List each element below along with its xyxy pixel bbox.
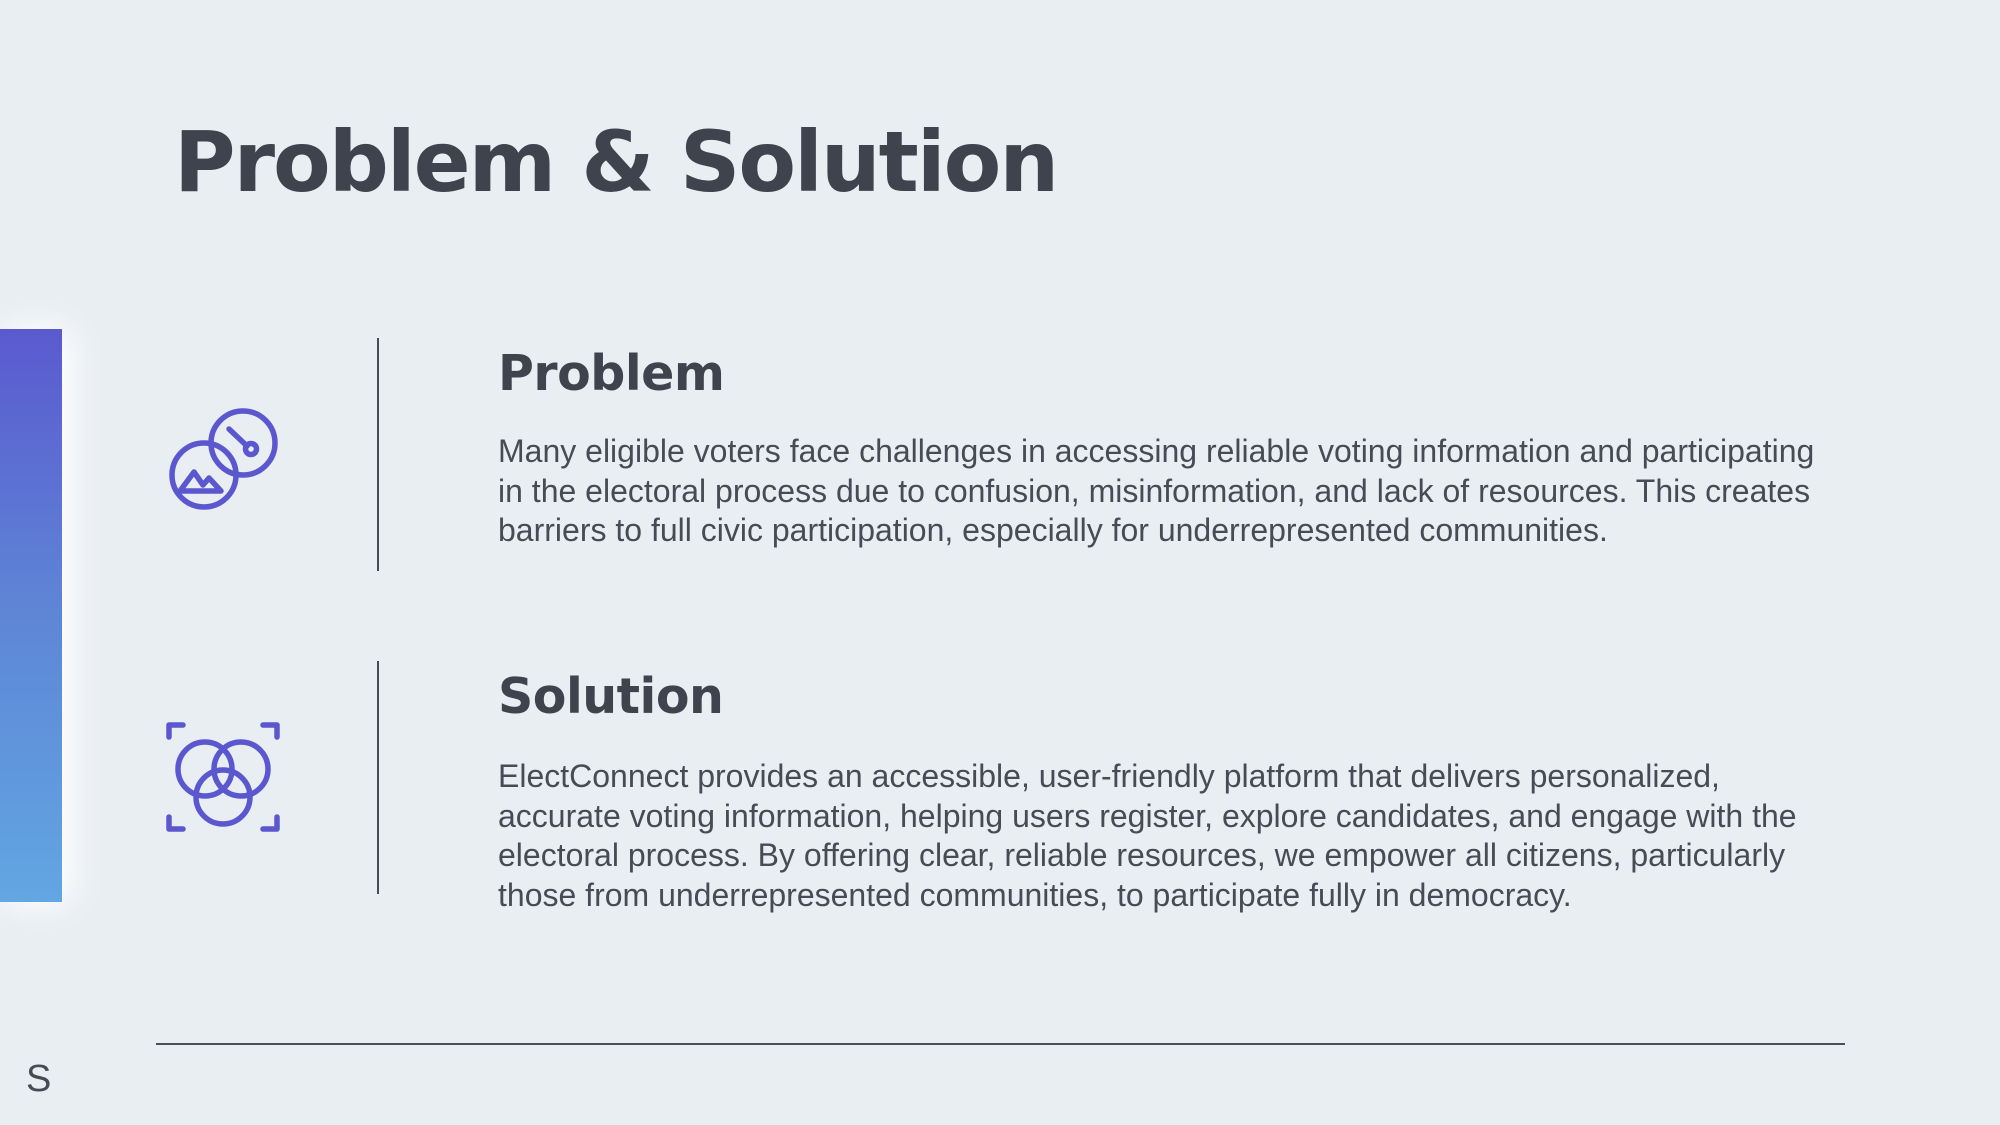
- section-divider: [377, 338, 379, 571]
- page-title: Problem & Solution: [174, 113, 1059, 211]
- footer-mark: S: [26, 1058, 52, 1100]
- solution-description: ElectConnect provides an accessible, use…: [498, 758, 1797, 913]
- accent-bar: [0, 329, 62, 902]
- problem-description: Many eligible voters face challenges in …: [498, 433, 1815, 548]
- solution-heading: Solution: [498, 668, 724, 725]
- section-divider: [377, 661, 379, 894]
- footer-divider: [156, 1043, 1845, 1045]
- linked-discs-mountain-icon: [165, 402, 281, 518]
- venn-circles-frame-icon: [165, 719, 281, 835]
- problem-heading: Problem: [498, 345, 725, 402]
